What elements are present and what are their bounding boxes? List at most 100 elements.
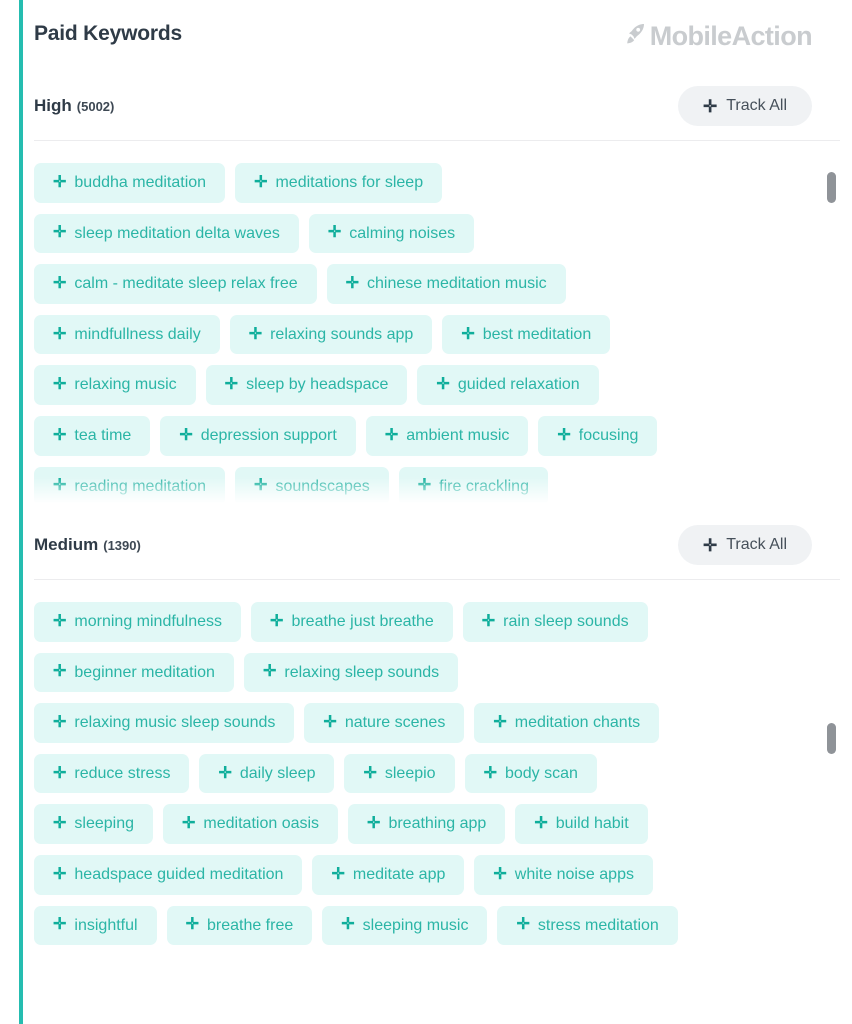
plus-icon: ✛ [53, 663, 67, 681]
keyword-tag[interactable]: ✛ reading meditation [34, 466, 226, 507]
keyword-row: ✛ sleep meditation delta waves ✛ calming no… [34, 213, 812, 254]
keyword-tag[interactable]: ✛ beginner meditation [34, 652, 234, 693]
keyword-tag[interactable]: ✛ relaxing music sleep sounds [34, 703, 295, 743]
keyword-tag[interactable]: ✛ daily sleep [199, 753, 335, 794]
keyword-label: body scan [504, 764, 578, 782]
keyword-label: build habit [555, 815, 629, 833]
keyword-scroll-medium[interactable]: ✛ morning mindfulness ✛ breathe just breath… [23, 580, 852, 952]
keyword-tag[interactable]: ✛ calm - meditate sleep relax free [34, 264, 317, 304]
keyword-tag[interactable]: ✛ white noise apps [474, 854, 653, 895]
keyword-tag[interactable]: ✛ nature scenes [304, 703, 465, 743]
keyword-label: daily sleep [239, 764, 316, 782]
track-all-button-high[interactable]: ✛ Track All [678, 86, 812, 126]
keyword-tag[interactable]: ✛ tea time [34, 415, 151, 456]
keyword-tag[interactable]: ✛ reduce stress [34, 753, 190, 794]
keyword-tag[interactable]: ✛ fire crackling [398, 466, 548, 507]
keyword-label: sleeping music [362, 916, 469, 934]
keyword-label: guided relaxation [457, 376, 580, 394]
keyword-tag[interactable]: ✛ insightful [34, 905, 157, 946]
keyword-label: beginner meditation [74, 663, 215, 681]
keyword-label: stress meditation [537, 916, 659, 934]
keyword-tag[interactable]: ✛ breathe just breathe [251, 602, 453, 642]
plus-icon: ✛ [363, 764, 377, 782]
keyword-label: focusing [578, 426, 639, 444]
plus-icon: ✛ [53, 865, 67, 883]
keyword-scroll-high[interactable]: ✛ buddha meditation ✛ meditations for sleep… [23, 141, 852, 511]
keyword-tag[interactable]: ✛ depression support [160, 415, 356, 456]
keyword-tag[interactable]: ✛ ambient music [365, 415, 529, 456]
keyword-tag[interactable]: ✛ body scan [464, 753, 597, 794]
keyword-label: breathe just breathe [291, 613, 434, 630]
keyword-label: relaxing music [74, 376, 177, 394]
keyword-label: white noise apps [514, 865, 634, 883]
keyword-label: buddha meditation [74, 174, 207, 191]
keyword-row: ✛ headspace guided meditation ✛ meditate ap… [34, 854, 812, 895]
keyword-label: reading meditation [74, 477, 207, 495]
keyword-tag[interactable]: ✛ chinese meditation music [326, 264, 566, 304]
keyword-tag[interactable]: ✛ sleep by headspace [205, 365, 408, 405]
keyword-row: ✛ beginner meditation ✛ relaxing sleep soun… [34, 652, 812, 693]
keyword-tag[interactable]: ✛ calming noises [308, 213, 475, 254]
keyword-tag[interactable]: ✛ breathe free [166, 905, 313, 946]
page-title: Paid Keywords [34, 22, 182, 45]
section-count: (1390) [103, 538, 141, 553]
plus-icon: ✛ [483, 764, 497, 782]
keyword-tag[interactable]: ✛ morning mindfulness [34, 602, 242, 642]
keyword-label: reduce stress [74, 764, 171, 782]
keyword-tag[interactable]: ✛ headspace guided meditation [34, 854, 303, 895]
plus-icon: ✛ [254, 477, 268, 495]
keyword-tag[interactable]: ✛ sleeping [34, 804, 154, 844]
plus-icon: ✛ [367, 815, 381, 833]
keyword-tag[interactable]: ✛ relaxing sounds app [229, 314, 433, 355]
keyword-label: best meditation [482, 325, 592, 343]
plus-icon: ✛ [53, 426, 67, 444]
keyword-label: relaxing music sleep sounds [74, 714, 276, 732]
plus-icon: ✛ [185, 916, 199, 934]
keyword-label: mindfullness daily [74, 325, 201, 343]
plus-icon: ✛ [345, 274, 360, 292]
keyword-tag[interactable]: ✛ meditation oasis [163, 804, 339, 844]
keyword-tag[interactable]: ✛ rain sleep sounds [462, 602, 648, 642]
plus-icon: ✛ [703, 96, 718, 116]
keyword-tag[interactable]: ✛ relaxing music [34, 365, 196, 405]
plus-icon: ✛ [341, 916, 355, 934]
keyword-tag[interactable]: ✛ meditations for sleep [235, 163, 443, 203]
track-all-button-medium[interactable]: ✛ Track All [678, 525, 812, 565]
keyword-tag[interactable]: ✛ sleeping music [322, 905, 488, 946]
keyword-tag[interactable]: ✛ relaxing sleep sounds [243, 652, 459, 693]
keyword-label: sleep by headspace [246, 376, 389, 394]
keyword-label: nature scenes [344, 714, 446, 732]
keyword-label: headspace guided meditation [74, 865, 284, 883]
keyword-row: ✛ relaxing music ✛ sleep by headspace ✛ guide… [34, 365, 812, 405]
keyword-label: tea time [74, 426, 132, 444]
scrollbar-thumb-medium[interactable] [827, 723, 836, 754]
keyword-tag[interactable]: ✛ breathing app [348, 804, 506, 844]
plus-icon: ✛ [493, 865, 507, 883]
mobileaction-logo: MobileAction [624, 22, 813, 51]
plus-icon: ✛ [248, 325, 263, 343]
keyword-tag[interactable]: ✛ focusing [538, 415, 658, 456]
keyword-tag[interactable]: ✛ build habit [515, 804, 648, 844]
keyword-label: meditation chants [514, 714, 641, 732]
plus-icon: ✛ [182, 815, 196, 833]
keyword-rows-high: ✛ buddha meditation ✛ meditations for sleep… [34, 163, 812, 511]
keyword-tag[interactable]: ✛ guided relaxation [417, 365, 599, 405]
plus-icon: ✛ [262, 663, 277, 681]
plus-icon: ✛ [53, 274, 67, 292]
scrollbar-thumb-high[interactable] [827, 172, 836, 203]
keyword-tag[interactable]: ✛ mindfullness daily [34, 314, 220, 355]
keyword-tag[interactable]: ✛ meditate app [312, 854, 465, 895]
plus-icon: ✛ [53, 477, 67, 495]
keyword-tag[interactable]: ✛ sleepio [344, 753, 455, 794]
keyword-tag[interactable]: ✛ soundscapes [235, 466, 389, 507]
keyword-tag[interactable]: ✛ meditation chants [474, 703, 660, 743]
section-label-text: High [34, 96, 72, 115]
keyword-tag[interactable]: ✛ stress meditation [497, 905, 678, 946]
keyword-row: ✛ calm - meditate sleep relax free ✛ chines… [34, 264, 812, 304]
keyword-tag[interactable]: ✛ best meditation [442, 314, 611, 355]
plus-icon: ✛ [384, 426, 399, 444]
plus-icon: ✛ [534, 815, 548, 833]
keyword-label: meditate app [352, 865, 446, 883]
keyword-tag[interactable]: ✛ sleep meditation delta waves [34, 213, 299, 254]
keyword-tag[interactable]: ✛ buddha meditation [34, 163, 226, 203]
